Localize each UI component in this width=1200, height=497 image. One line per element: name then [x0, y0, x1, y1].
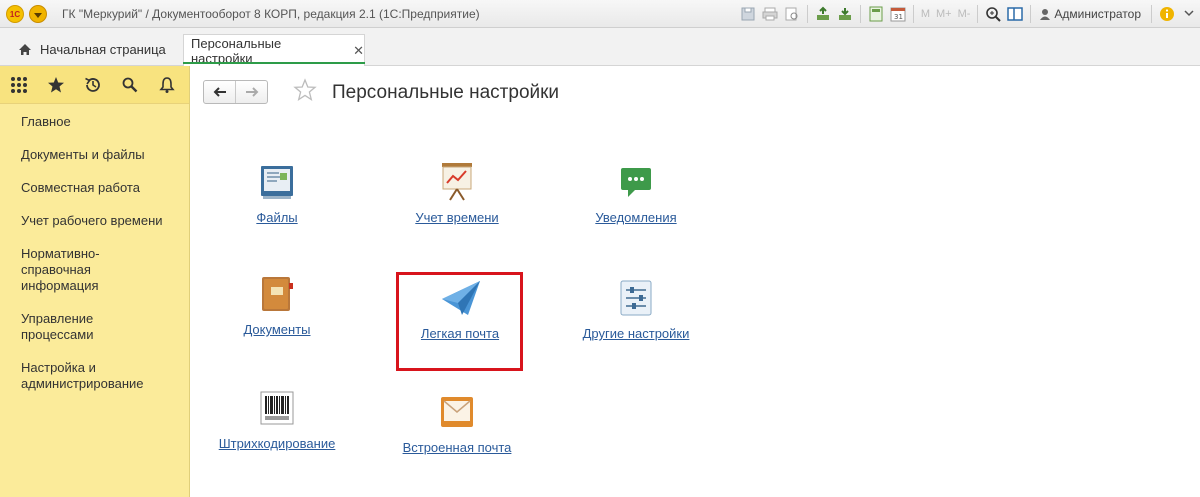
user-icon — [1040, 9, 1051, 20]
command-documents[interactable]: Документы — [237, 274, 317, 337]
tab-personal-settings[interactable]: Персональные настройки ✕ — [183, 34, 365, 66]
search-icon[interactable] — [111, 66, 148, 104]
window-menu-icon[interactable] — [1179, 4, 1199, 24]
sidebar-item-time-tracking[interactable]: Учет рабочего времени — [0, 213, 189, 229]
command-built-in-mail-link[interactable]: Встроенная почта — [403, 440, 512, 455]
back-button[interactable] — [204, 81, 235, 103]
navigation-buttons — [203, 80, 268, 104]
main-content: Персональные настройки Файлы Учет времен… — [191, 66, 1200, 497]
toolbar-separator — [1151, 5, 1152, 23]
favorites-star-icon[interactable] — [37, 66, 74, 104]
sidebar-nav: Главное Документы и файлы Совместная раб… — [0, 104, 189, 392]
memory-minus-button[interactable]: M- — [958, 8, 971, 20]
zoom-icon[interactable] — [983, 4, 1003, 24]
toolbar-separator — [859, 5, 861, 23]
command-notifications[interactable]: Уведомления — [586, 162, 686, 225]
arrow-right-icon — [245, 87, 258, 97]
tab-personal-settings-label: Персональные настройки — [191, 35, 282, 66]
time-tracking-icon — [437, 162, 477, 202]
tab-home[interactable]: Начальная страница — [10, 34, 174, 64]
barcode-icon — [257, 388, 297, 428]
command-documents-link[interactable]: Документы — [243, 322, 310, 337]
command-time-tracking[interactable]: Учет времени — [407, 162, 507, 225]
attach-icon[interactable] — [835, 4, 855, 24]
tab-home-label: Начальная страница — [40, 41, 166, 57]
sidebar-item-reference-info[interactable]: Нормативно-справочная информация — [0, 246, 189, 294]
window-titlebar: 1С ГК "Меркурий" / Документооборот 8 КОР… — [0, 0, 1200, 28]
toolbar-separator — [1030, 5, 1032, 23]
command-time-tracking-link[interactable]: Учет времени — [415, 210, 498, 225]
tabs-bar: Начальная страница Персональные настройк… — [0, 28, 1200, 66]
forward-button[interactable] — [235, 81, 267, 103]
user-name: Администратор — [1054, 7, 1141, 21]
titlebar-toolbar: 31 M M+ M- Администратор — [737, 4, 1200, 24]
page-title: Персональные настройки — [332, 82, 560, 103]
info-icon[interactable] — [1157, 4, 1177, 24]
window-title: ГК "Меркурий" / Документооборот 8 КОРП, … — [62, 7, 480, 21]
command-barcoding-link[interactable]: Штрихкодирование — [219, 436, 336, 451]
sidebar-item-process-management[interactable]: Управление процессами — [0, 311, 189, 343]
sidebar-item-collaboration[interactable]: Совместная работа — [0, 180, 189, 196]
selection-highlight-frame — [396, 272, 523, 371]
print-icon[interactable] — [760, 4, 780, 24]
home-icon — [19, 43, 31, 55]
user-menu[interactable]: Администратор — [1039, 7, 1141, 21]
notifications-icon — [616, 162, 656, 202]
panels-icon[interactable] — [1005, 4, 1025, 24]
sliders-icon — [616, 278, 656, 318]
command-built-in-mail[interactable]: Встроенная почта — [397, 392, 517, 455]
grid-menu-icon[interactable] — [0, 66, 37, 104]
main-menu-button[interactable] — [29, 5, 47, 23]
command-barcoding[interactable]: Штрихкодирование — [219, 388, 335, 451]
sidebar-item-administration[interactable]: Настройка и администрирование — [0, 360, 189, 392]
sidebar-item-main[interactable]: Главное — [0, 114, 189, 130]
files-icon — [257, 162, 297, 202]
history-icon[interactable] — [74, 66, 111, 104]
sidebar: Главное Документы и файлы Совместная раб… — [0, 66, 190, 497]
calculator-icon[interactable] — [866, 4, 886, 24]
toolbar-separator — [912, 5, 914, 23]
toolbar-separator — [977, 5, 979, 23]
toolbar-separator — [806, 5, 808, 23]
memory-button[interactable]: M — [921, 8, 930, 20]
sidebar-toolbar — [0, 66, 189, 104]
documents-icon — [257, 274, 297, 314]
command-other-settings-link[interactable]: Другие настройки — [583, 326, 690, 341]
command-notifications-link[interactable]: Уведомления — [595, 210, 676, 225]
bell-icon[interactable] — [148, 66, 185, 104]
preview-icon[interactable] — [782, 4, 802, 24]
add-to-favorites-star-icon[interactable] — [293, 78, 317, 107]
memory-plus-button[interactable]: M+ — [936, 8, 952, 20]
arrow-left-icon — [213, 87, 226, 97]
command-files-link[interactable]: Файлы — [256, 210, 297, 225]
sidebar-item-documents-files[interactable]: Документы и файлы — [0, 147, 189, 163]
app-logo: 1С — [6, 5, 24, 23]
save-icon[interactable] — [738, 4, 758, 24]
command-files[interactable]: Файлы — [247, 162, 307, 225]
svg-text:31: 31 — [894, 13, 903, 21]
command-other-settings[interactable]: Другие настройки — [576, 278, 696, 341]
envelope-icon — [437, 392, 477, 432]
link-icon[interactable] — [813, 4, 833, 24]
calendar-icon[interactable]: 31 — [888, 4, 908, 24]
close-icon[interactable]: ✕ — [353, 43, 364, 59]
